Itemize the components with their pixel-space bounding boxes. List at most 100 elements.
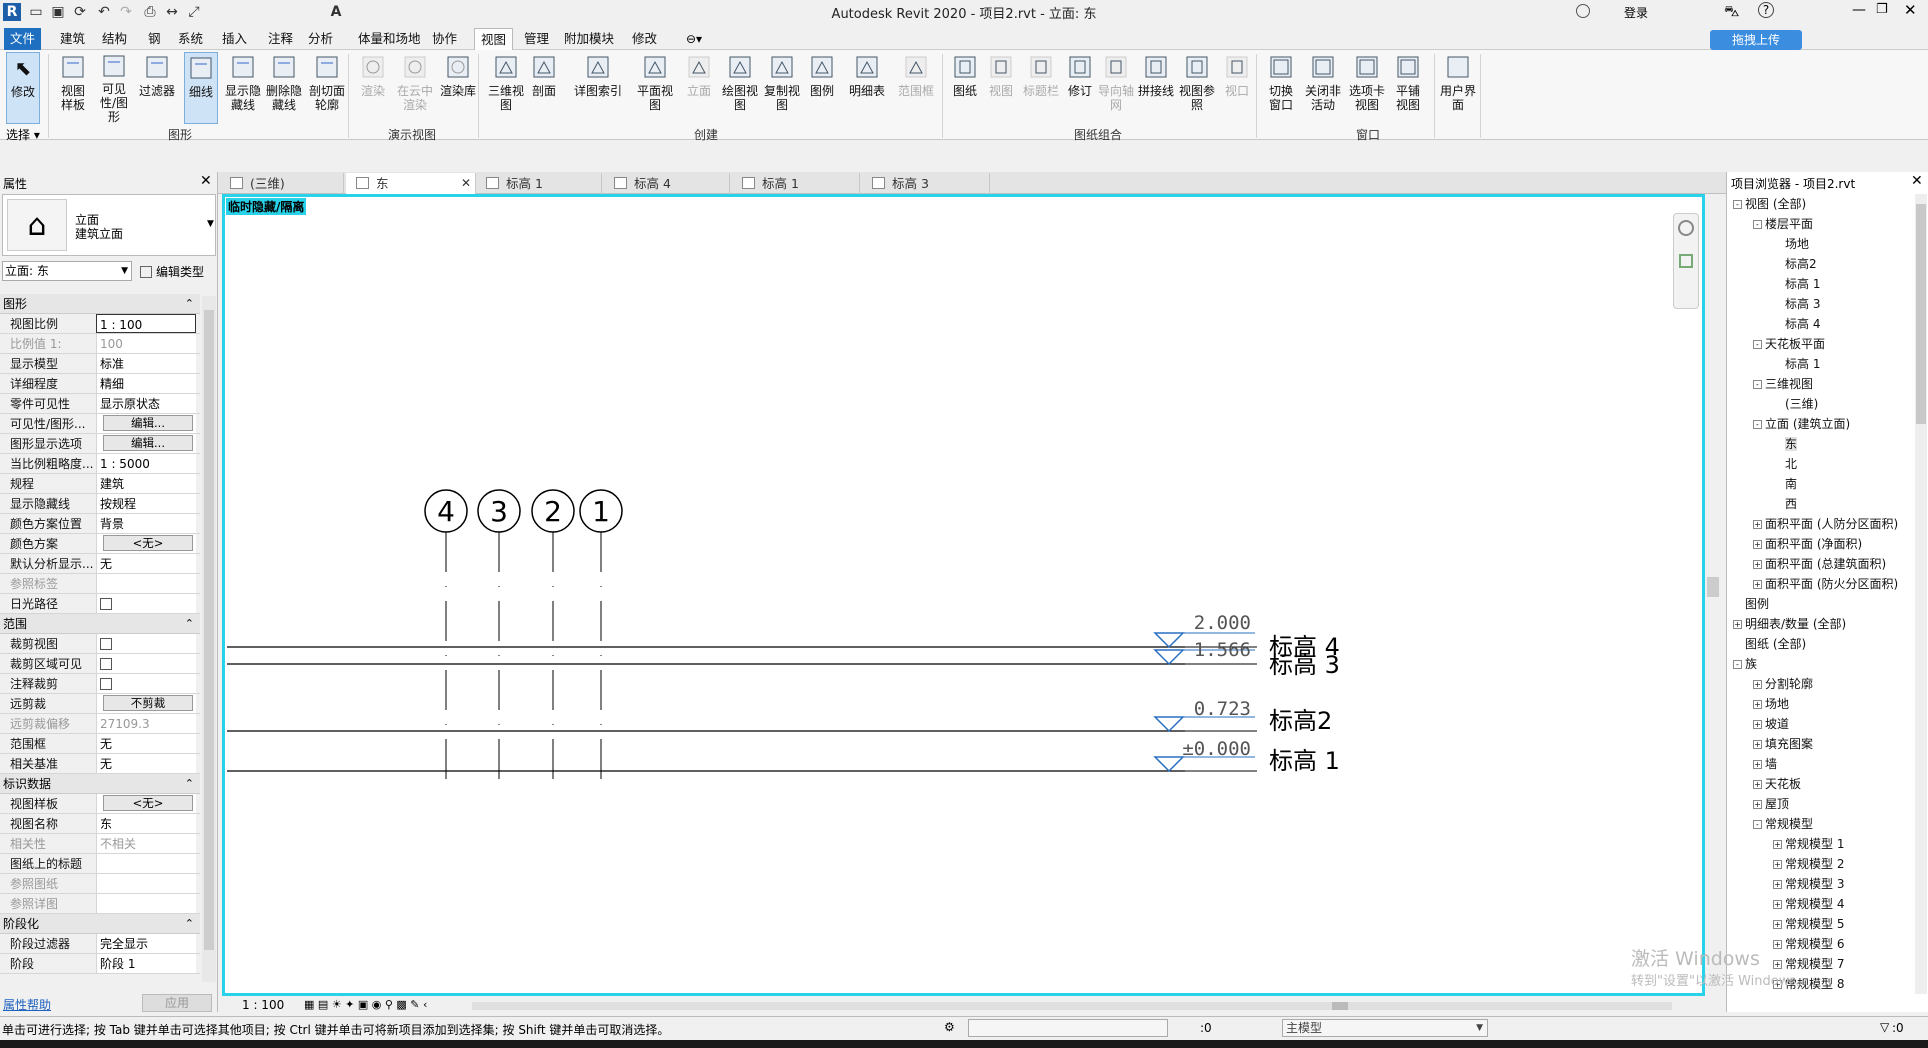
browser-node[interactable]: 标高2 bbox=[1773, 256, 1817, 272]
browser-node[interactable]: + 分割轮廓 bbox=[1753, 676, 1813, 692]
prop-value[interactable]: 100 bbox=[96, 334, 196, 353]
menu-tab-7[interactable]: 分析 bbox=[302, 28, 339, 50]
browser-node[interactable]: + 天花板 bbox=[1753, 776, 1801, 792]
upload-button[interactable]: 拖拽上传 bbox=[1710, 30, 1802, 50]
browser-node[interactable]: 图例 bbox=[1733, 596, 1769, 612]
expand-icon[interactable]: + bbox=[1753, 700, 1762, 709]
prop-button[interactable]: 编辑... bbox=[103, 415, 193, 431]
prop-button[interactable]: <无> bbox=[103, 535, 193, 551]
prop-value[interactable] bbox=[96, 634, 196, 653]
browser-node[interactable]: 南 bbox=[1773, 476, 1797, 492]
ribbon-graphics-3[interactable]: 细线 bbox=[184, 52, 218, 124]
prop-value[interactable]: 东 bbox=[96, 814, 196, 833]
menu-tab-13[interactable]: 修改 bbox=[626, 28, 663, 50]
menu-tab-1[interactable]: 建筑 bbox=[54, 28, 91, 50]
collapse-icon[interactable]: - bbox=[1753, 220, 1762, 229]
ribbon-user-interface[interactable]: 用户界面 bbox=[1440, 52, 1476, 124]
expand-icon[interactable]: + bbox=[1753, 520, 1762, 529]
browser-node[interactable]: - 天花板平面 bbox=[1753, 336, 1825, 352]
browser-node[interactable]: + 面积平面 (人防分区面积) bbox=[1753, 516, 1898, 532]
browser-node[interactable]: + 明细表/数量 (全部) bbox=[1733, 616, 1846, 632]
prop-value[interactable] bbox=[96, 654, 196, 673]
expand-icon[interactable]: + bbox=[1773, 880, 1782, 889]
collapse-icon[interactable]: - bbox=[1733, 660, 1742, 669]
expand-icon[interactable]: + bbox=[1773, 920, 1782, 929]
expand-icon[interactable]: + bbox=[1753, 540, 1762, 549]
ribbon-create-6[interactable]: 复制视图 bbox=[762, 52, 802, 124]
horizontal-scrollbar[interactable] bbox=[472, 1002, 1672, 1010]
browser-node[interactable]: 西 bbox=[1773, 496, 1797, 512]
view-tab-1[interactable]: 东 ✕ bbox=[346, 173, 476, 194]
browser-node[interactable]: + 墙 bbox=[1753, 756, 1777, 772]
browser-node[interactable]: - 视图 (全部) bbox=[1733, 196, 1806, 212]
level-3[interactable]: ±0.000 标高 1 bbox=[227, 738, 1340, 775]
workset-icon[interactable]: ⚙ bbox=[944, 1020, 955, 1034]
prop-value[interactable] bbox=[96, 574, 196, 593]
browser-node[interactable]: - 立面 (建筑立面) bbox=[1753, 416, 1850, 432]
prop-button[interactable]: 不剪裁 bbox=[103, 695, 193, 711]
browser-node[interactable]: 标高 1 bbox=[1773, 356, 1820, 372]
ribbon-options-icon[interactable]: ⊖▾ bbox=[686, 32, 702, 46]
expand-icon[interactable]: + bbox=[1753, 740, 1762, 749]
workset-dropdown[interactable] bbox=[968, 1019, 1168, 1037]
browser-node[interactable]: 场地 bbox=[1773, 236, 1809, 252]
login-link[interactable]: 登录 bbox=[1624, 4, 1648, 21]
ribbon-create-7[interactable]: 图例 bbox=[806, 52, 838, 124]
menu-tab-2[interactable]: 结构 bbox=[96, 28, 133, 50]
prop-value[interactable]: 背景 bbox=[96, 514, 196, 533]
checkbox[interactable] bbox=[100, 638, 112, 650]
grid-2[interactable]: 2 bbox=[531, 489, 575, 787]
apply-button[interactable]: 应用 bbox=[142, 994, 212, 1012]
ribbon-sheet-3[interactable]: 修订 bbox=[1064, 52, 1096, 124]
cart-icon[interactable]: ⛍ bbox=[1724, 2, 1739, 22]
browser-node[interactable]: (三维) bbox=[1773, 396, 1818, 412]
ribbon-window_group-0[interactable]: 切换窗口 bbox=[1266, 52, 1296, 124]
view-tab-3[interactable]: 标高 4 bbox=[604, 173, 730, 194]
properties-help-link[interactable]: 属性帮助 bbox=[3, 996, 51, 1013]
prop-value[interactable] bbox=[96, 674, 196, 693]
expand-icon[interactable]: + bbox=[1753, 800, 1762, 809]
expand-icon[interactable]: + bbox=[1753, 780, 1762, 789]
menu-tab-5[interactable]: 插入 bbox=[216, 28, 253, 50]
ribbon-create-4[interactable]: 立面 bbox=[680, 52, 718, 124]
prop-value[interactable]: 不相关 bbox=[96, 834, 196, 853]
menu-tab-4[interactable]: 系统 bbox=[172, 28, 209, 50]
menu-tab-3[interactable]: 钢 bbox=[142, 28, 167, 50]
restore-button[interactable]: ❐ bbox=[1876, 2, 1888, 17]
expand-icon[interactable]: + bbox=[1753, 680, 1762, 689]
view-tab-0[interactable]: (三维) bbox=[220, 173, 344, 194]
checkbox[interactable] bbox=[100, 678, 112, 690]
close-button[interactable]: ✕ bbox=[1904, 1, 1917, 19]
collapse-icon[interactable]: - bbox=[1753, 340, 1762, 349]
browser-node[interactable]: + 常规模型 5 bbox=[1773, 916, 1844, 932]
ribbon-graphics-6[interactable]: 剖切面轮廓 bbox=[306, 52, 348, 124]
expand-icon[interactable]: + bbox=[1753, 560, 1762, 569]
expand-icon[interactable]: + bbox=[1773, 940, 1782, 949]
prop-value[interactable]: 编辑... bbox=[96, 434, 196, 453]
prop-value[interactable] bbox=[96, 874, 196, 893]
menu-tab-10[interactable]: 视图 bbox=[474, 28, 514, 50]
menu-tab-6[interactable]: 注释 bbox=[262, 28, 299, 50]
ribbon-sheet-6[interactable]: 视图参照 bbox=[1178, 52, 1216, 124]
ribbon-sheet-1[interactable]: 视图 bbox=[984, 52, 1018, 124]
checkbox[interactable] bbox=[100, 658, 112, 670]
browser-node[interactable]: + 常规模型 6 bbox=[1773, 936, 1844, 952]
browser-node[interactable]: 标高 3 bbox=[1773, 296, 1820, 312]
prop-value[interactable] bbox=[96, 854, 196, 873]
ribbon-graphics-5[interactable]: 删除隐藏线 bbox=[262, 52, 306, 124]
prop-button[interactable]: <无> bbox=[103, 795, 193, 811]
prop-value[interactable]: 阶段 1 bbox=[96, 954, 196, 973]
browser-node[interactable]: + 常规模型 1 bbox=[1773, 836, 1844, 852]
collapse-icon[interactable]: - bbox=[1733, 200, 1742, 209]
view-tab-2[interactable]: 标高 1 bbox=[476, 173, 602, 194]
prop-value[interactable] bbox=[96, 894, 196, 913]
expand-icon[interactable]: + bbox=[1753, 720, 1762, 729]
view-tab-5[interactable]: 标高 3 bbox=[862, 173, 990, 194]
type-selector[interactable]: ⌂ 立面 建筑立面 ▼ bbox=[2, 194, 216, 256]
browser-node[interactable]: 东 bbox=[1773, 436, 1798, 452]
menu-tab-0[interactable]: 文件 bbox=[4, 28, 42, 50]
browser-node[interactable]: 标高 1 bbox=[1773, 276, 1820, 292]
grid-1[interactable]: 1 bbox=[579, 489, 623, 787]
expand-icon[interactable]: + bbox=[1733, 620, 1742, 629]
prop-value[interactable]: 1 : 100 bbox=[96, 314, 196, 333]
